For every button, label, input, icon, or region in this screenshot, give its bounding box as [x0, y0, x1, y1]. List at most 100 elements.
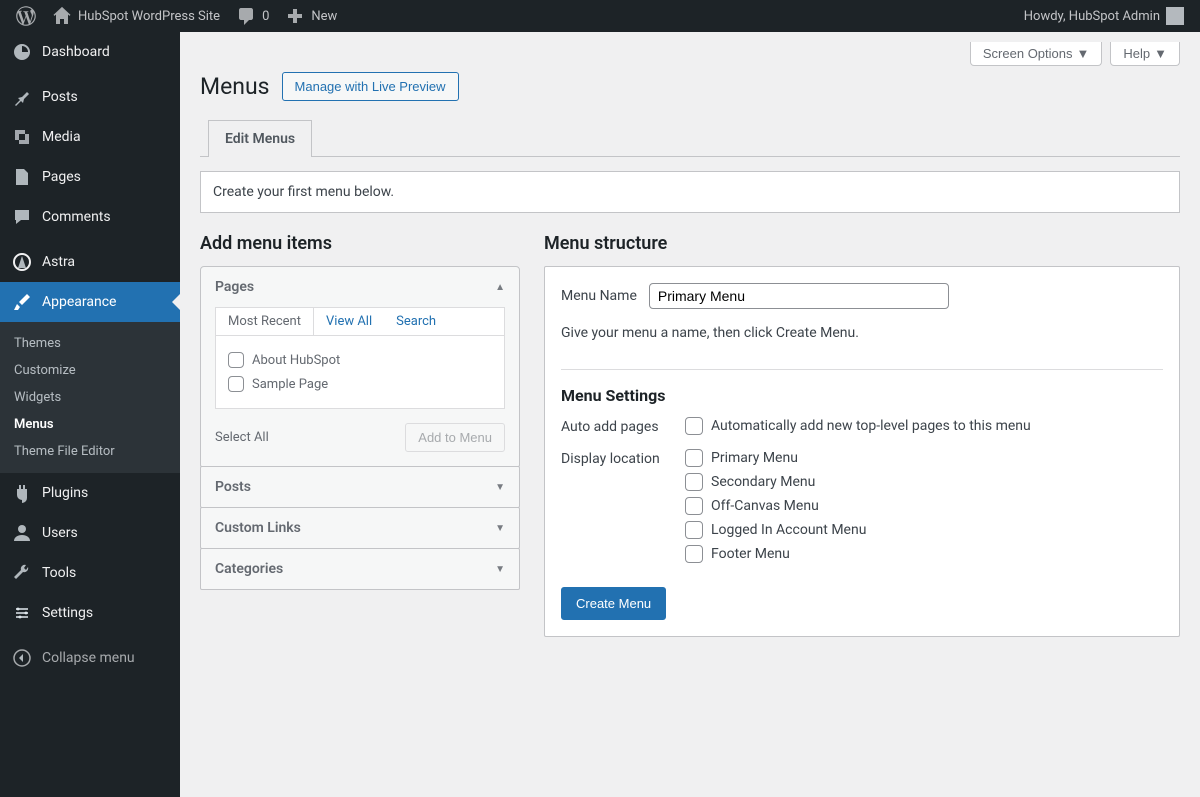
accordion-title: Categories [215, 561, 283, 577]
page-checkbox[interactable] [228, 376, 244, 392]
submenu-customize[interactable]: Customize [0, 357, 180, 384]
admin-bar: HubSpot WordPress Site 0 New Howdy, HubS… [0, 0, 1200, 32]
help-label: Help [1123, 46, 1150, 61]
tab-search[interactable]: Search [384, 308, 448, 335]
nav-tabs: Edit Menus [200, 119, 1180, 157]
location-option[interactable]: Secondary Menu [685, 473, 1163, 491]
accordion-categories: Categories ▼ [200, 548, 520, 590]
sidebar-item-comments[interactable]: Comments [0, 197, 180, 237]
select-all-link[interactable]: Select All [215, 430, 269, 445]
admin-bar-comments[interactable]: 0 [228, 0, 277, 32]
auto-add-option[interactable]: Automatically add new top-level pages to… [685, 417, 1163, 435]
sidebar-item-settings[interactable]: Settings [0, 593, 180, 633]
plugin-icon [12, 483, 32, 503]
create-menu-button[interactable]: Create Menu [561, 587, 666, 620]
admin-bar-new[interactable]: New [277, 0, 345, 32]
sidebar-item-media[interactable]: Media [0, 117, 180, 157]
location-checkbox[interactable] [685, 449, 703, 467]
chevron-down-icon: ▼ [495, 523, 505, 534]
howdy-link[interactable]: Howdy, HubSpot Admin [1016, 0, 1192, 32]
menu-structure-heading: Menu structure [544, 233, 1180, 254]
add-menu-items-heading: Add menu items [200, 233, 520, 254]
manage-live-preview-button[interactable]: Manage with Live Preview [282, 72, 459, 101]
location-option[interactable]: Primary Menu [685, 449, 1163, 467]
wordpress-icon [16, 6, 36, 26]
chevron-down-icon: ▼ [495, 564, 505, 575]
sidebar-item-tools[interactable]: Tools [0, 553, 180, 593]
location-option[interactable]: Footer Menu [685, 545, 1163, 563]
location-checkbox[interactable] [685, 521, 703, 539]
accordion-title: Custom Links [215, 520, 301, 536]
collapse-icon [12, 648, 32, 668]
sidebar-item-pages[interactable]: Pages [0, 157, 180, 197]
dashboard-icon [12, 42, 32, 62]
site-title: HubSpot WordPress Site [78, 9, 220, 24]
brush-icon [12, 292, 32, 312]
display-location-label: Display location [561, 449, 671, 467]
sidebar-item-dashboard[interactable]: Dashboard [0, 32, 180, 72]
accordion-custom-links: Custom Links ▼ [200, 507, 520, 549]
page-item[interactable]: Sample Page [228, 372, 492, 396]
chevron-down-icon: ▼ [1077, 46, 1090, 61]
collapse-menu[interactable]: Collapse menu [0, 638, 180, 678]
auto-add-checkbox[interactable] [685, 417, 703, 435]
settings-icon [12, 603, 32, 623]
menu-name-input[interactable] [649, 283, 949, 309]
location-option[interactable]: Off-Canvas Menu [685, 497, 1163, 515]
auto-add-label: Auto add pages [561, 417, 671, 435]
page-item[interactable]: About HubSpot [228, 348, 492, 372]
accordion-pages-toggle[interactable]: Pages ▲ [201, 267, 519, 307]
location-label: Logged In Account Menu [711, 522, 866, 538]
user-icon [12, 523, 32, 543]
location-checkbox[interactable] [685, 473, 703, 491]
accordion-custom-links-toggle[interactable]: Custom Links ▼ [201, 508, 519, 548]
sidebar-label: Tools [42, 565, 76, 581]
menu-settings-heading: Menu Settings [561, 386, 1163, 405]
page-item-label: Sample Page [252, 377, 328, 392]
sidebar-item-plugins[interactable]: Plugins [0, 473, 180, 513]
location-option[interactable]: Logged In Account Menu [685, 521, 1163, 539]
tab-most-recent[interactable]: Most Recent [216, 308, 314, 335]
location-label: Footer Menu [711, 546, 790, 562]
page-icon [12, 167, 32, 187]
sidebar-label: Comments [42, 209, 111, 225]
add-to-menu-button[interactable]: Add to Menu [405, 423, 505, 452]
sidebar-label: Media [42, 129, 81, 145]
page-item-label: About HubSpot [252, 353, 340, 368]
content-wrap: Screen Options ▼ Help ▼ Menus Manage wit… [180, 32, 1200, 677]
sidebar-item-appearance[interactable]: Appearance [0, 282, 180, 322]
accordion-posts-toggle[interactable]: Posts ▼ [201, 467, 519, 507]
pin-icon [12, 87, 32, 107]
media-icon [12, 127, 32, 147]
first-menu-notice: Create your first menu below. [200, 171, 1180, 213]
wp-logo-link[interactable] [8, 0, 44, 32]
sidebar-label: Astra [42, 254, 75, 270]
sidebar-label: Pages [42, 169, 81, 185]
sidebar-label: Users [42, 525, 78, 541]
submenu-menus[interactable]: Menus [0, 411, 180, 438]
help-button[interactable]: Help ▼ [1110, 42, 1180, 66]
sidebar-item-astra[interactable]: Astra [0, 242, 180, 282]
page-checkbox[interactable] [228, 352, 244, 368]
submenu-themes[interactable]: Themes [0, 330, 180, 357]
tab-edit-menus[interactable]: Edit Menus [208, 120, 312, 157]
tab-view-all[interactable]: View All [314, 308, 384, 335]
submenu-theme-file-editor[interactable]: Theme File Editor [0, 438, 180, 465]
sidebar-label: Settings [42, 605, 93, 621]
screen-options-button[interactable]: Screen Options ▼ [970, 42, 1102, 66]
chevron-up-icon: ▲ [495, 282, 505, 293]
sidebar-label: Posts [42, 89, 78, 105]
sidebar-item-posts[interactable]: Posts [0, 77, 180, 117]
location-checkbox[interactable] [685, 497, 703, 515]
location-checkbox[interactable] [685, 545, 703, 563]
site-link[interactable]: HubSpot WordPress Site [44, 0, 228, 32]
accordion-title: Posts [215, 479, 251, 495]
collapse-label: Collapse menu [42, 650, 135, 666]
accordion-title: Pages [215, 279, 254, 295]
submenu-widgets[interactable]: Widgets [0, 384, 180, 411]
avatar [1166, 7, 1184, 25]
chevron-down-icon: ▼ [495, 482, 505, 493]
accordion-categories-toggle[interactable]: Categories ▼ [201, 549, 519, 589]
menu-helper-text: Give your menu a name, then click Create… [561, 325, 1163, 341]
sidebar-item-users[interactable]: Users [0, 513, 180, 553]
